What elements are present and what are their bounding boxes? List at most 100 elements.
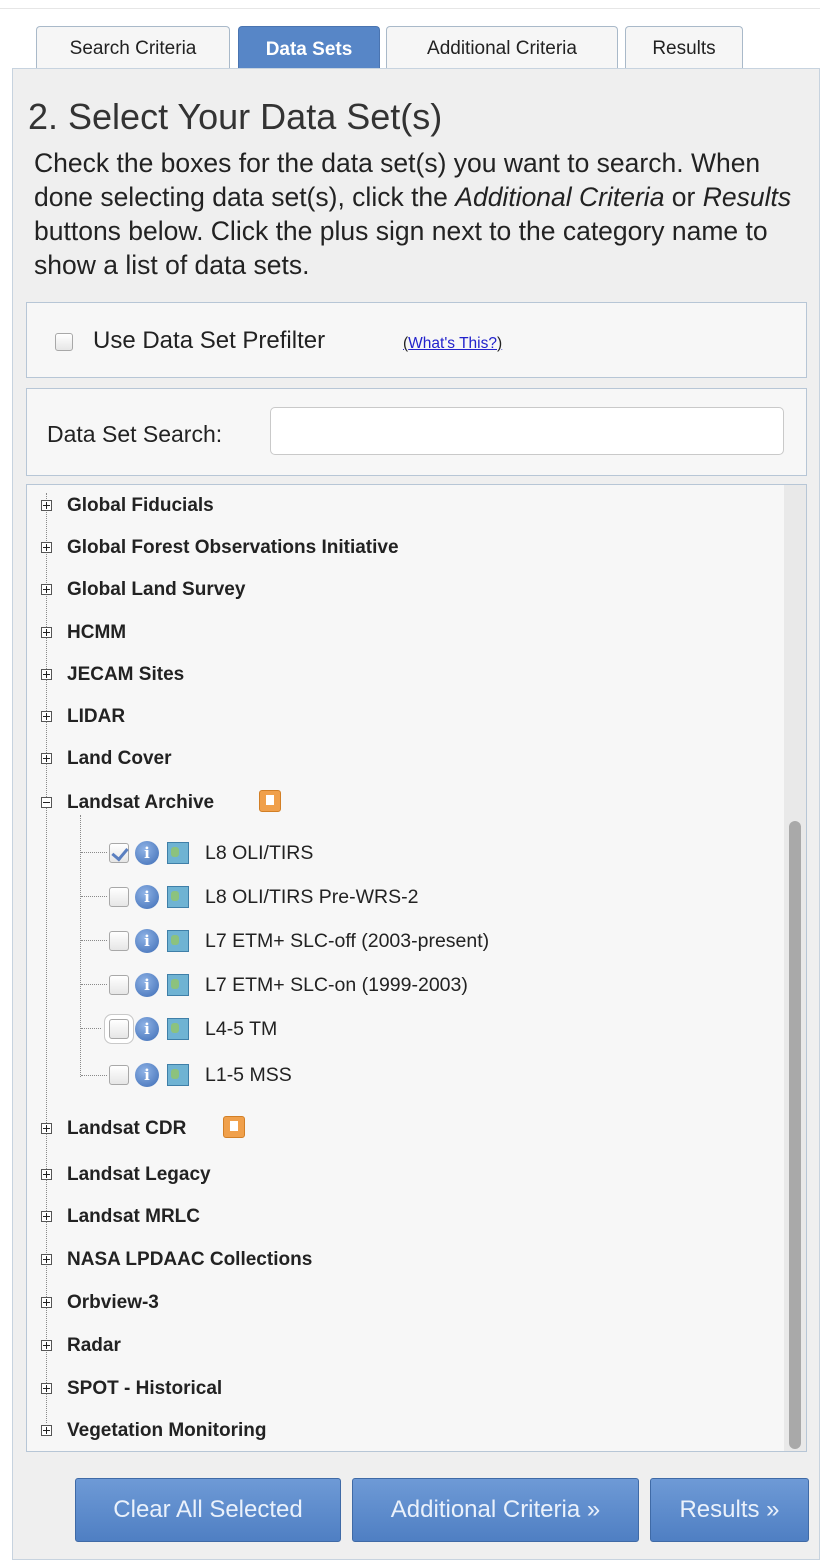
- category-jecam-sites[interactable]: JECAM Sites: [27, 664, 767, 688]
- tab-search-criteria[interactable]: Search Criteria: [36, 26, 230, 70]
- dataset-label: L7 ETM+ SLC-on (1999-2003): [205, 974, 468, 996]
- category-landsat-cdr[interactable]: Landsat CDR: [27, 1116, 767, 1142]
- info-icon[interactable]: i: [135, 885, 159, 909]
- category-label: Vegetation Monitoring: [67, 1420, 267, 1441]
- expand-icon[interactable]: [41, 542, 52, 553]
- dataset-checkbox[interactable]: [109, 975, 129, 995]
- dataset-checkbox[interactable]: [109, 1019, 129, 1039]
- category-global-land-survey[interactable]: Global Land Survey: [27, 579, 767, 603]
- expand-icon[interactable]: [41, 1123, 52, 1134]
- tab-data-sets[interactable]: Data Sets: [238, 26, 380, 72]
- dataset-label: L4-5 TM: [205, 1018, 278, 1040]
- dataset-row-l7-slc-off[interactable]: i L7 ETM+ SLC-off (2003-present): [27, 927, 767, 957]
- footprint-map-icon[interactable]: [167, 1064, 189, 1086]
- collapse-icon[interactable]: [41, 797, 52, 808]
- data-set-search-box: Data Set Search:: [26, 388, 807, 476]
- category-label: NASA LPDAAC Collections: [67, 1249, 313, 1270]
- expand-icon[interactable]: [41, 500, 52, 511]
- results-button[interactable]: Results »: [650, 1478, 809, 1542]
- dataset-label: L8 OLI/TIRS: [205, 842, 314, 864]
- footprint-map-icon[interactable]: [167, 930, 189, 952]
- bookmark-icon[interactable]: [259, 790, 281, 812]
- expand-icon[interactable]: [41, 627, 52, 638]
- expand-icon[interactable]: [41, 1425, 52, 1436]
- clear-all-selected-button[interactable]: Clear All Selected: [75, 1478, 341, 1542]
- dataset-row-l1-5-mss[interactable]: i L1-5 MSS: [27, 1061, 767, 1091]
- info-icon[interactable]: i: [135, 1063, 159, 1087]
- instructions-part-3: buttons below. Click the plus sign next …: [34, 216, 768, 280]
- category-landsat-legacy[interactable]: Landsat Legacy: [27, 1164, 767, 1188]
- category-label: Global Forest Observations Initiative: [67, 537, 399, 558]
- expand-icon[interactable]: [41, 584, 52, 595]
- dataset-label: L7 ETM+ SLC-off (2003-present): [205, 930, 490, 952]
- footprint-map-icon[interactable]: [167, 842, 189, 864]
- expand-icon[interactable]: [41, 669, 52, 680]
- category-label: SPOT - Historical: [67, 1378, 223, 1399]
- tree-scrollbar-thumb[interactable]: [789, 821, 801, 1449]
- category-vegetation-monitoring[interactable]: Vegetation Monitoring: [27, 1420, 767, 1444]
- dataset-checkbox[interactable]: [109, 843, 129, 863]
- category-orbview-3[interactable]: Orbview-3: [27, 1292, 767, 1316]
- data-set-search-input[interactable]: [270, 407, 784, 455]
- expand-icon[interactable]: [41, 1297, 52, 1308]
- whats-this-link[interactable]: What's This?: [408, 335, 497, 352]
- footprint-map-icon[interactable]: [167, 886, 189, 908]
- prefilter-label[interactable]: Use Data Set Prefilter: [93, 327, 325, 355]
- data-set-tree: Global Fiducials Global Forest Observati…: [26, 484, 807, 1452]
- expand-icon[interactable]: [41, 1254, 52, 1265]
- category-label: JECAM Sites: [67, 664, 185, 685]
- expand-icon[interactable]: [41, 1169, 52, 1180]
- category-global-fiducials[interactable]: Global Fiducials: [27, 495, 767, 519]
- category-nasa-lpdaac[interactable]: NASA LPDAAC Collections: [27, 1249, 767, 1273]
- whats-this-link-wrapper: (What's This?): [403, 335, 503, 352]
- instructions-text: Check the boxes for the data set(s) you …: [34, 146, 809, 282]
- instructions-part-2: or: [664, 182, 703, 212]
- expand-icon[interactable]: [41, 753, 52, 764]
- additional-criteria-button[interactable]: Additional Criteria »: [352, 1478, 639, 1542]
- info-icon[interactable]: i: [135, 929, 159, 953]
- tab-additional-criteria[interactable]: Additional Criteria: [386, 26, 618, 70]
- category-label: LIDAR: [67, 706, 126, 727]
- dataset-row-l8-oli-tirs[interactable]: i L8 OLI/TIRS: [27, 839, 767, 869]
- category-label: Radar: [67, 1335, 121, 1356]
- dataset-row-l8-pre-wrs2[interactable]: i L8 OLI/TIRS Pre-WRS-2: [27, 883, 767, 913]
- category-landsat-mrlc[interactable]: Landsat MRLC: [27, 1206, 767, 1230]
- category-label: HCMM: [67, 622, 127, 643]
- category-land-cover[interactable]: Land Cover: [27, 748, 767, 772]
- dataset-label: L8 OLI/TIRS Pre-WRS-2: [205, 886, 419, 908]
- category-label: Landsat CDR: [67, 1118, 187, 1139]
- category-label: Global Land Survey: [67, 579, 246, 600]
- expand-icon[interactable]: [41, 1340, 52, 1351]
- category-hcmm[interactable]: HCMM: [27, 622, 767, 646]
- data-set-search-label: Data Set Search:: [47, 421, 223, 447]
- category-spot-historical[interactable]: SPOT - Historical: [27, 1378, 767, 1402]
- category-lidar[interactable]: LIDAR: [27, 706, 767, 730]
- prefilter-checkbox[interactable]: [55, 333, 73, 351]
- footprint-map-icon[interactable]: [167, 1018, 189, 1040]
- info-icon[interactable]: i: [135, 841, 159, 865]
- instructions-additional-criteria: Additional Criteria: [455, 182, 665, 212]
- expand-icon[interactable]: [41, 1211, 52, 1222]
- info-icon[interactable]: i: [135, 1017, 159, 1041]
- dataset-label: L1-5 MSS: [205, 1064, 292, 1086]
- info-icon[interactable]: i: [135, 973, 159, 997]
- dataset-checkbox[interactable]: [109, 887, 129, 907]
- instructions-results: Results: [702, 182, 792, 212]
- category-label: Orbview-3: [67, 1292, 159, 1313]
- tab-results[interactable]: Results: [625, 26, 743, 70]
- dataset-checkbox[interactable]: [109, 931, 129, 951]
- dataset-row-l4-5-tm[interactable]: i L4-5 TM: [27, 1015, 767, 1045]
- footprint-map-icon[interactable]: [167, 974, 189, 996]
- bookmark-icon[interactable]: [223, 1116, 245, 1138]
- dataset-checkbox[interactable]: [109, 1065, 129, 1085]
- dataset-row-l7-slc-on[interactable]: i L7 ETM+ SLC-on (1999-2003): [27, 971, 767, 1001]
- page-title: 2. Select Your Data Set(s): [28, 96, 443, 137]
- category-global-forest[interactable]: Global Forest Observations Initiative: [27, 537, 767, 561]
- category-label: Landsat MRLC: [67, 1206, 200, 1227]
- expand-icon[interactable]: [41, 1383, 52, 1394]
- category-landsat-archive[interactable]: Landsat Archive: [27, 790, 767, 816]
- expand-icon[interactable]: [41, 711, 52, 722]
- tree-scrollbar[interactable]: [784, 485, 806, 1451]
- prefilter-box: Use Data Set Prefilter (What's This?): [26, 302, 807, 378]
- category-radar[interactable]: Radar: [27, 1335, 767, 1359]
